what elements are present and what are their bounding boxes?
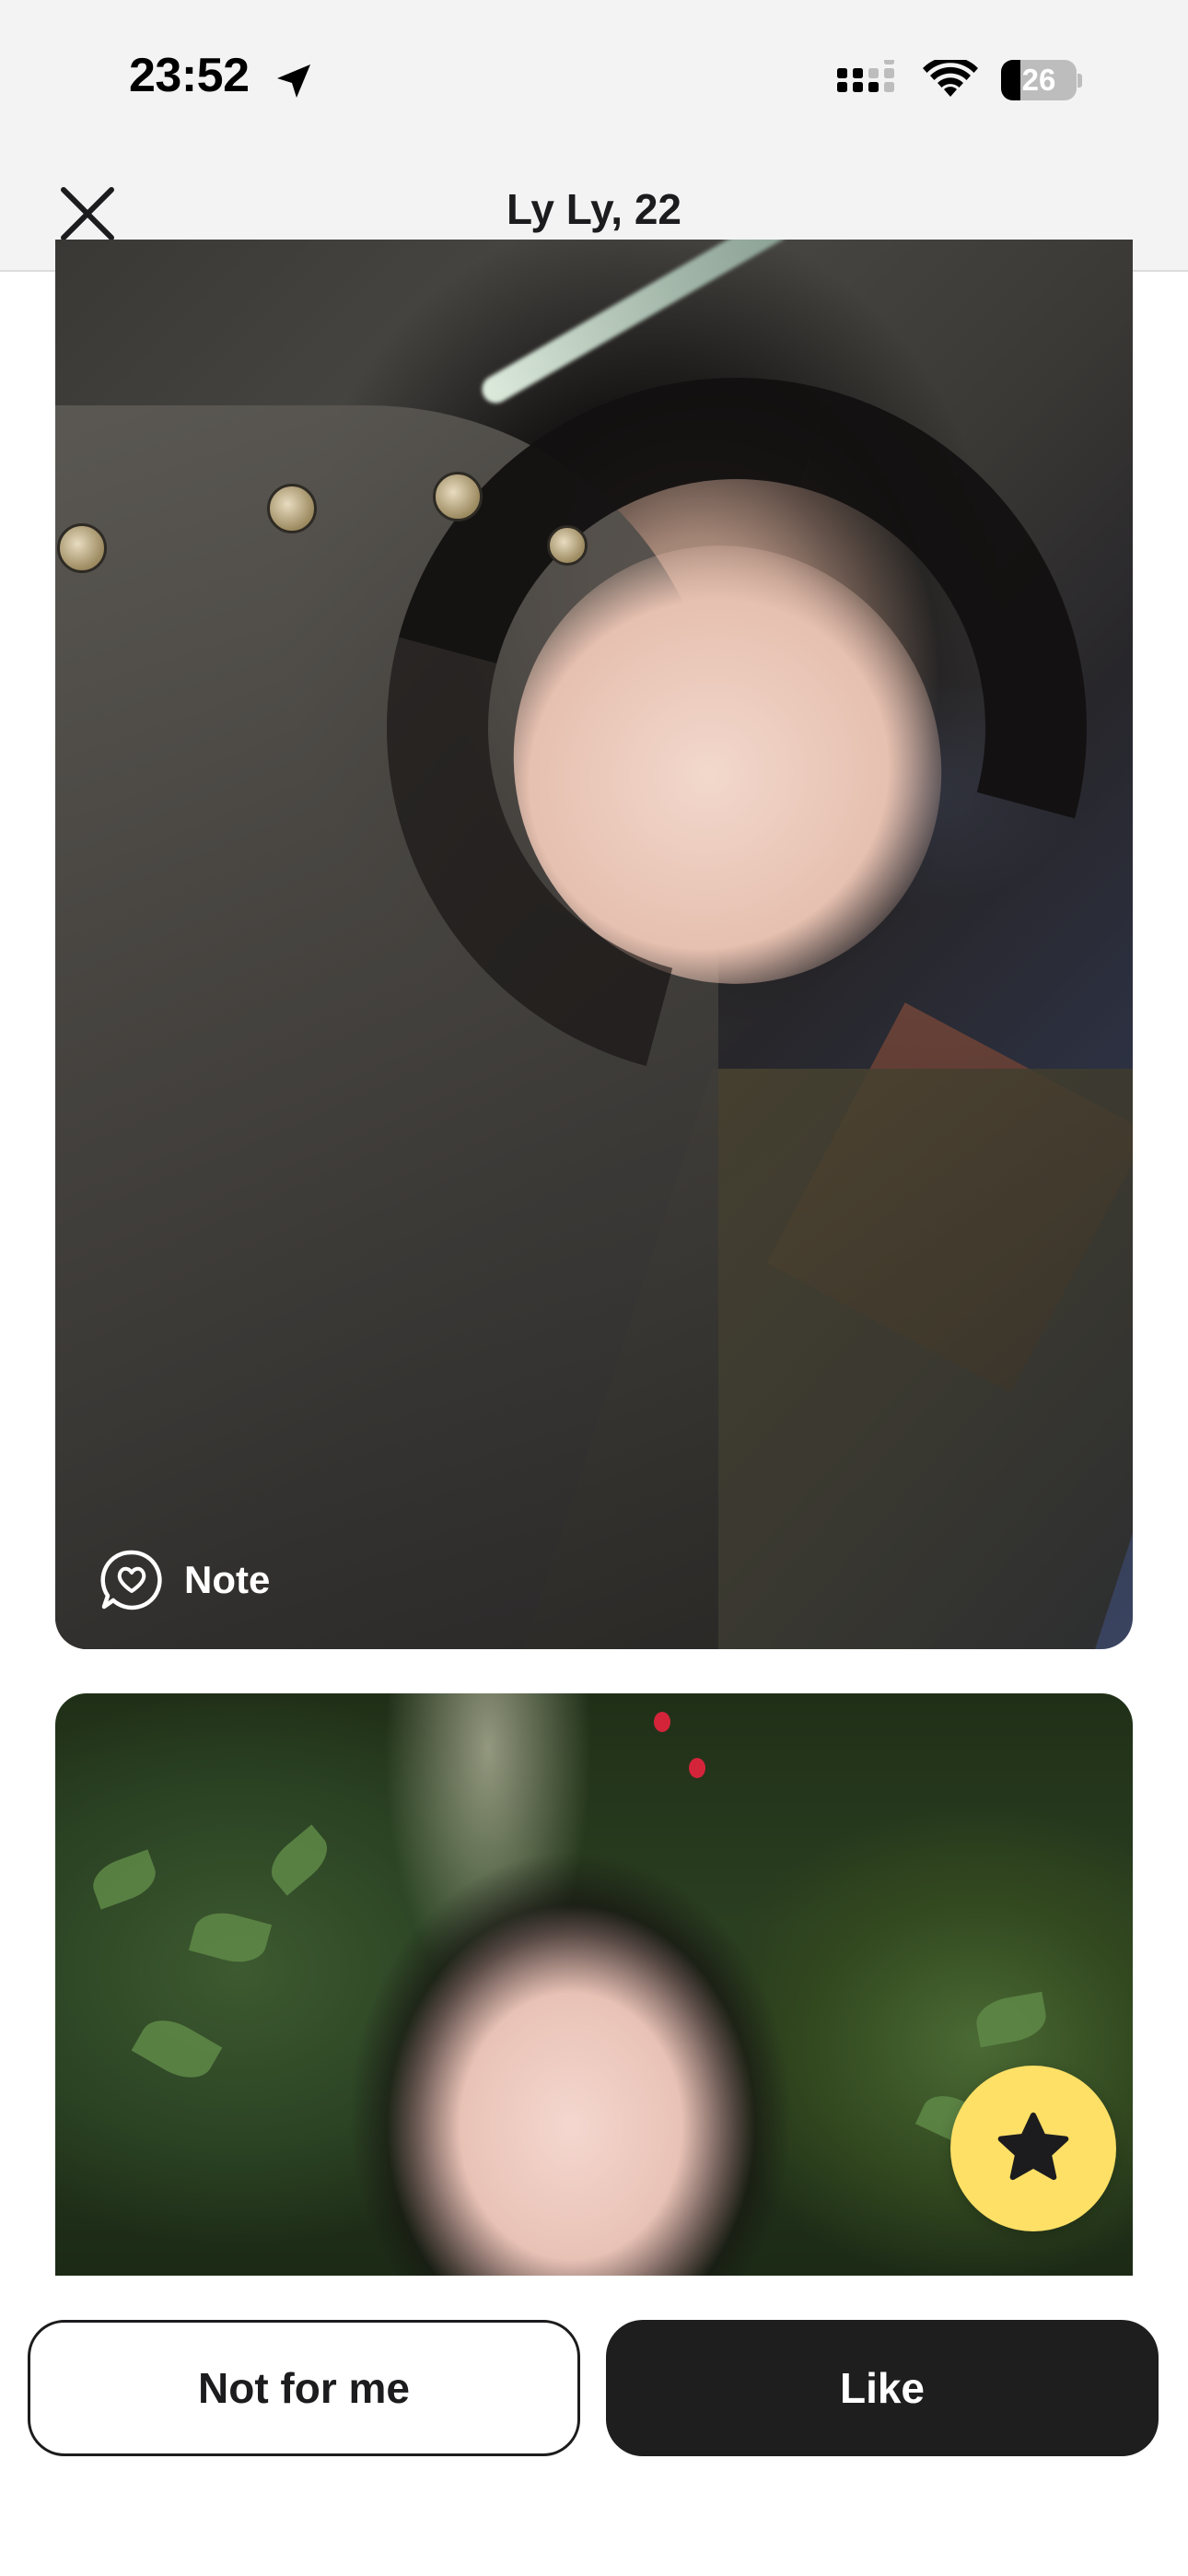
wifi-icon: [923, 60, 978, 97]
note-label: Note: [184, 1558, 271, 1601]
sweater-button: [433, 472, 483, 521]
status-indicators: 26: [835, 57, 1082, 103]
profile-photo-1[interactable]: Note: [55, 240, 1133, 1649]
battery-indicator: 26: [1001, 60, 1082, 100]
not-for-me-button[interactable]: Not for me: [28, 2320, 580, 2456]
sweater-button: [547, 525, 588, 566]
heart-speech-bubble-icon: [100, 1550, 162, 1610]
super-like-button[interactable]: [950, 2066, 1116, 2231]
note-button[interactable]: Note: [99, 1548, 270, 1612]
sweater-button: [57, 523, 107, 573]
battery-cap: [1077, 74, 1082, 88]
cellular-signal-icon: [837, 60, 894, 92]
action-bar: Not for me Like: [0, 2276, 1188, 2576]
profile-name-age: Ly Ly, 22: [506, 185, 682, 233]
battery-level: 26: [1021, 63, 1056, 97]
red-flower: [689, 1758, 705, 1778]
battery-body: 26: [1001, 60, 1077, 100]
star-icon: [997, 2112, 1069, 2181]
status-bar: 23:52 26: [0, 0, 1188, 157]
location-arrow-icon: [277, 64, 310, 98]
red-flower: [654, 1712, 670, 1732]
sweater-button: [267, 484, 317, 533]
like-button[interactable]: Like: [606, 2320, 1159, 2456]
status-time: 23:52: [129, 49, 250, 102]
